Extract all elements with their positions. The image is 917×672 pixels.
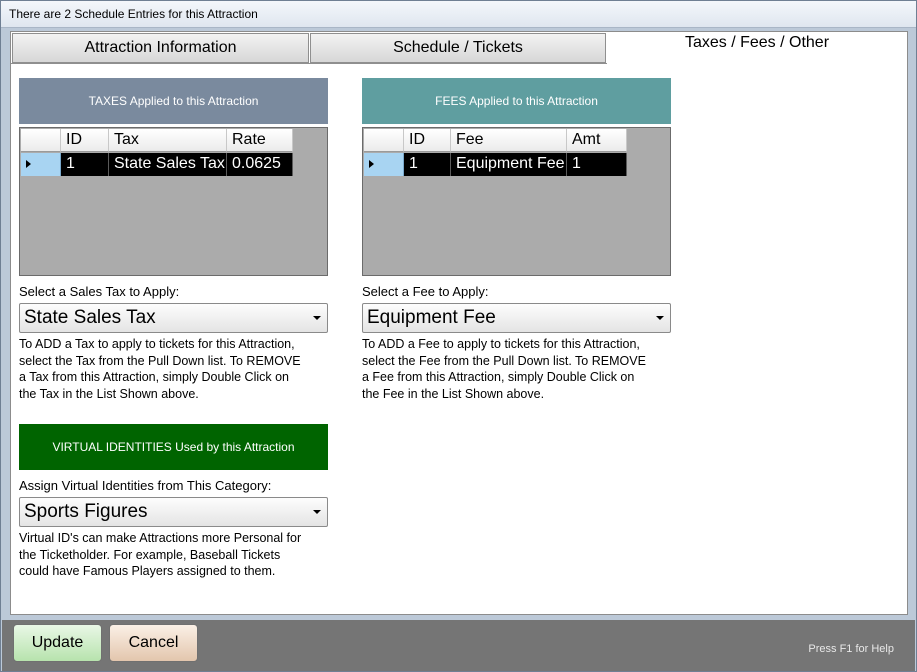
f1-help-hint: Press F1 for Help	[808, 643, 894, 655]
fee-select-label: Select a Fee to Apply:	[362, 284, 489, 299]
tax-help-text: To ADD a Tax to apply to tickets for thi…	[19, 336, 301, 402]
fee-amt-cell[interactable]: 1	[567, 153, 627, 176]
taxes-grid[interactable]: ID Tax Rate 1 State Sales Tax 0.0625	[19, 127, 328, 276]
chevron-down-icon	[313, 316, 321, 320]
tab-attraction-information[interactable]: Attraction Information	[12, 33, 309, 63]
taxes-grid-header: ID Tax Rate	[21, 129, 293, 152]
fees-section-header: FEES Applied to this Attraction	[362, 78, 671, 124]
fee-help-line: a Fee from this Attraction, simply Doubl…	[362, 370, 635, 384]
column-header-rate[interactable]: Rate	[227, 129, 293, 152]
row-pointer-icon	[26, 160, 31, 168]
sales-tax-selected-value: State Sales Tax	[24, 307, 156, 328]
taxes-section-header: TAXES Applied to this Attraction	[19, 78, 328, 124]
fee-help-line: To ADD a Fee to apply to tickets for thi…	[362, 337, 640, 351]
row-header-cell	[364, 129, 404, 152]
fee-dropdown[interactable]: Equipment Fee	[362, 303, 671, 333]
tax-select-label: Select a Sales Tax to Apply:	[19, 284, 180, 299]
column-header-id[interactable]: ID	[404, 129, 451, 152]
virtual-help-line: could have Famous Players assigned to th…	[19, 564, 276, 578]
virtual-identities-section-header: VIRTUAL IDENTITIES Used by this Attracti…	[19, 424, 328, 470]
tax-name-cell[interactable]: State Sales Tax	[109, 153, 227, 176]
tab-taxes-fees-other[interactable]: Taxes / Fees / Other	[607, 32, 907, 64]
tax-rate-cell[interactable]: 0.0625	[227, 153, 293, 176]
tab-divider	[11, 63, 607, 64]
table-row[interactable]: 1 State Sales Tax 0.0625	[21, 153, 293, 176]
fee-name-cell[interactable]: Equipment Fee	[451, 153, 567, 176]
cancel-button[interactable]: Cancel	[109, 624, 198, 662]
chevron-down-icon	[656, 316, 664, 320]
column-header-amt[interactable]: Amt	[567, 129, 627, 152]
column-header-tax[interactable]: Tax	[109, 129, 227, 152]
tax-help-line: select the Tax from the Pull Down list. …	[19, 353, 301, 368]
table-row[interactable]: 1 Equipment Fee 1	[364, 153, 627, 176]
fee-help-line: select the Fee from the Pull Down list. …	[362, 353, 646, 368]
tax-id-cell[interactable]: 1	[61, 153, 109, 176]
virtual-help-text: Virtual ID's can make Attractions more P…	[19, 530, 301, 580]
update-button[interactable]: Update	[13, 624, 102, 662]
virtual-category-dropdown[interactable]: Sports Figures	[19, 497, 328, 527]
tab-schedule-tickets[interactable]: Schedule / Tickets	[310, 33, 606, 63]
row-selector[interactable]	[364, 153, 404, 176]
window-title: There are 2 Schedule Entries for this At…	[1, 1, 916, 28]
row-header-cell	[21, 129, 61, 152]
fee-help-line: the Fee in the List Shown above.	[362, 386, 545, 401]
virtual-help-line: the Ticketholder. For example, Baseball …	[19, 547, 281, 562]
virtual-category-label: Assign Virtual Identities from This Cate…	[19, 478, 272, 493]
row-pointer-icon	[369, 160, 374, 168]
column-header-id[interactable]: ID	[61, 129, 109, 152]
fees-grid[interactable]: ID Fee Amt 1 Equipment Fee 1	[362, 127, 671, 276]
tax-help-line: a Tax from this Attraction, simply Doubl…	[19, 370, 290, 384]
fee-id-cell[interactable]: 1	[404, 153, 451, 176]
tax-help-line: the Tax in the List Shown above.	[19, 386, 199, 401]
fees-grid-header: ID Fee Amt	[364, 129, 627, 152]
column-header-fee[interactable]: Fee	[451, 129, 567, 152]
sales-tax-dropdown[interactable]: State Sales Tax	[19, 303, 328, 333]
fee-help-text: To ADD a Fee to apply to tickets for thi…	[362, 336, 646, 402]
tax-help-line: To ADD a Tax to apply to tickets for thi…	[19, 337, 295, 351]
row-selector[interactable]	[21, 153, 61, 176]
chevron-down-icon	[313, 510, 321, 514]
virtual-category-selected-value: Sports Figures	[24, 501, 148, 522]
main-window: There are 2 Schedule Entries for this At…	[0, 0, 917, 672]
virtual-help-line: Virtual ID's can make Attractions more P…	[19, 531, 302, 545]
fee-selected-value: Equipment Fee	[367, 307, 496, 328]
